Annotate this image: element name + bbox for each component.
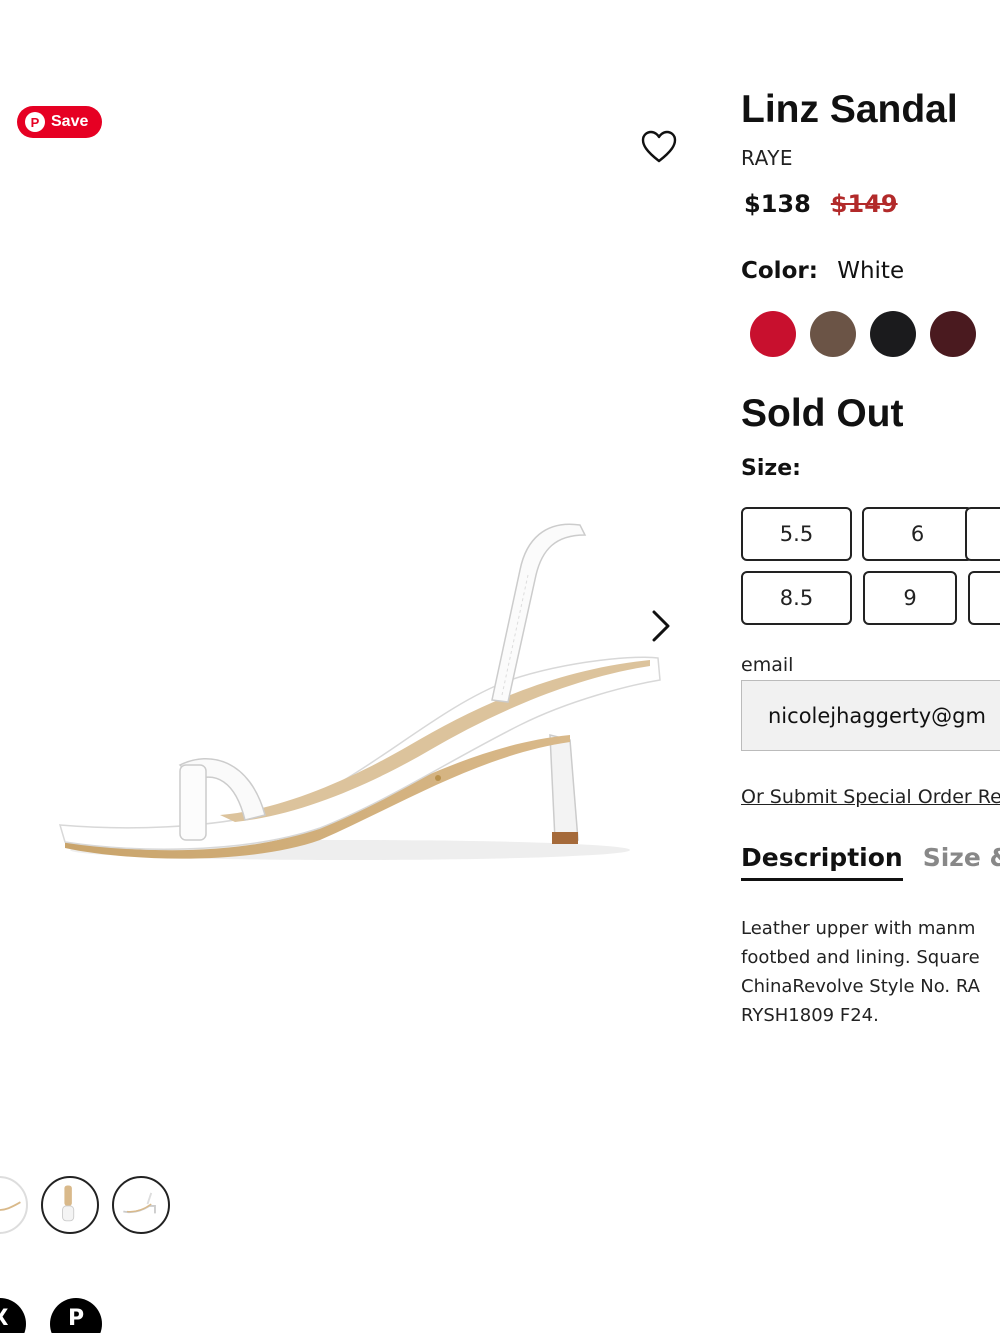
color-row: Color: White	[741, 258, 904, 284]
product-description: Leather upper with manm footbed and lini…	[741, 914, 1000, 1030]
next-image-arrow-icon[interactable]	[646, 608, 676, 644]
stock-status: Sold Out	[741, 392, 904, 435]
product-title: Linz Sandal	[741, 88, 958, 131]
pinterest-save-label: Save	[51, 113, 89, 130]
thumbnail-2[interactable]	[41, 1176, 99, 1234]
size-option[interactable]: 8.5	[741, 571, 852, 625]
swatch-black[interactable]	[870, 311, 916, 357]
swatch-burgundy[interactable]	[930, 311, 976, 357]
size-option-partial[interactable]	[968, 571, 1000, 625]
x-share-icon[interactable]: X	[0, 1298, 26, 1333]
price-row: $138 $149	[744, 190, 898, 218]
thumbnail-1[interactable]	[0, 1176, 28, 1234]
tab-size-fit[interactable]: Size &	[923, 843, 1000, 881]
wishlist-heart-icon[interactable]	[640, 128, 678, 166]
swatch-brown[interactable]	[810, 311, 856, 357]
size-option-partial[interactable]	[965, 507, 1000, 561]
color-value: White	[837, 258, 905, 284]
color-swatches	[750, 311, 976, 357]
email-label: email	[741, 654, 794, 676]
color-label: Color:	[741, 258, 818, 284]
thumbnail-strip	[0, 1176, 200, 1236]
pinterest-icon: P	[25, 112, 45, 132]
description-line: footbed and lining. Square	[741, 947, 980, 968]
product-main-image	[58, 523, 661, 860]
pinterest-share-icon[interactable]: P	[50, 1298, 102, 1333]
thumbnail-3[interactable]	[112, 1176, 170, 1234]
pinterest-save-button[interactable]: P Save	[17, 106, 103, 138]
description-line: RYSH1809 F24.	[741, 1005, 879, 1026]
swatch-red[interactable]	[750, 311, 796, 357]
special-order-link[interactable]: Or Submit Special Order Re	[741, 786, 1000, 808]
product-gallery: P Save P	[0, 0, 700, 1333]
size-option[interactable]: 9	[863, 571, 957, 625]
product-brand[interactable]: RAYE	[741, 146, 793, 170]
social-share: X P	[0, 1298, 120, 1333]
size-label: Size:	[741, 456, 801, 481]
size-option[interactable]: 6	[862, 507, 973, 561]
original-price: $149	[830, 190, 898, 218]
info-tabs: Description Size &	[741, 843, 1000, 881]
email-field[interactable]: nicolejhaggerty@gm	[741, 680, 1000, 751]
description-line: Leather upper with manm	[741, 918, 976, 939]
tab-description[interactable]: Description	[741, 843, 903, 881]
product-details: Linz Sandal RAYE $138 $149 Color: White …	[741, 0, 1000, 1333]
size-option[interactable]: 5.5	[741, 507, 852, 561]
sale-price: $138	[744, 190, 811, 218]
description-line: ChinaRevolve Style No. RA	[741, 976, 980, 997]
